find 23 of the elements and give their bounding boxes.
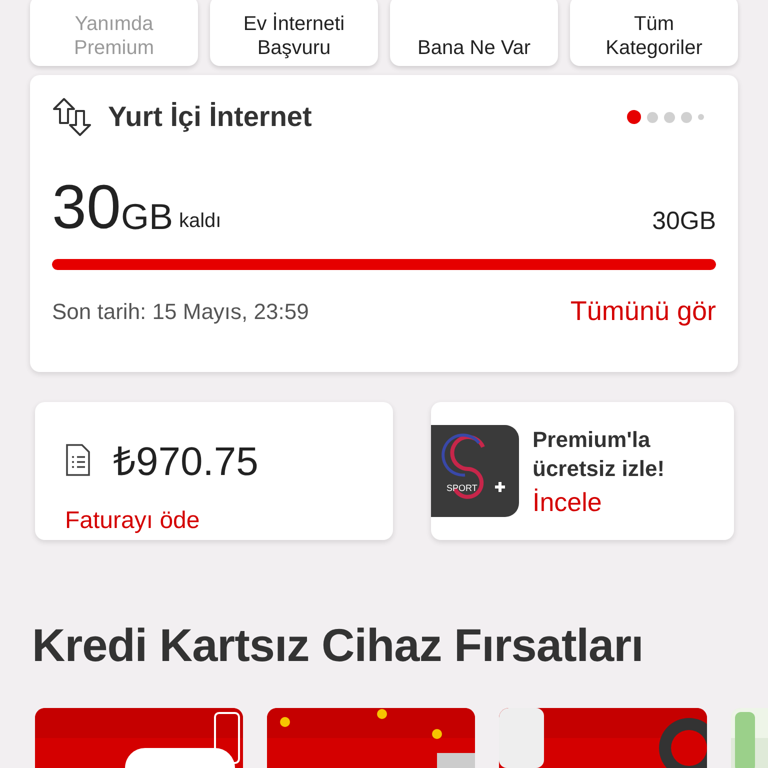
shortcut-tile[interactable]: Ev İnterneti Başvuru xyxy=(210,0,378,66)
remaining-unit: GB xyxy=(120,195,173,239)
pager-dot[interactable] xyxy=(698,114,704,120)
remaining-label: kaldı xyxy=(178,209,222,234)
pager-dot[interactable] xyxy=(647,112,658,122)
total-amount: 30GB xyxy=(652,206,716,237)
section-title: Kredi Kartsız Cihaz Fırsatları xyxy=(32,618,644,672)
remaining-amount: 30 xyxy=(52,177,121,239)
pager-dot[interactable] xyxy=(664,112,675,122)
shortcut-tile[interactable]: Tüm Kategoriler xyxy=(570,0,738,66)
see-all-link[interactable]: Tümünü gör xyxy=(570,296,716,327)
card-title: Yurt İçi İnternet xyxy=(108,101,312,133)
pager-dot[interactable] xyxy=(627,110,641,124)
deadline-text: Son tarih: 15 Mayıs, 23:59 xyxy=(52,298,309,324)
data-transfer-icon xyxy=(52,97,92,137)
sport-logo: SPORT xyxy=(430,425,518,517)
shortcut-tile[interactable]: Bana Ne Var xyxy=(390,0,558,66)
pay-bill-link[interactable]: Faturayı öde xyxy=(65,507,368,535)
bill-amount: ₺970.75 xyxy=(113,439,258,486)
document-icon xyxy=(65,442,91,476)
pager-dot[interactable] xyxy=(681,112,692,122)
review-link[interactable]: İncele xyxy=(532,486,702,518)
promo-title: Premium'la ücretsiz izle! xyxy=(532,426,666,482)
